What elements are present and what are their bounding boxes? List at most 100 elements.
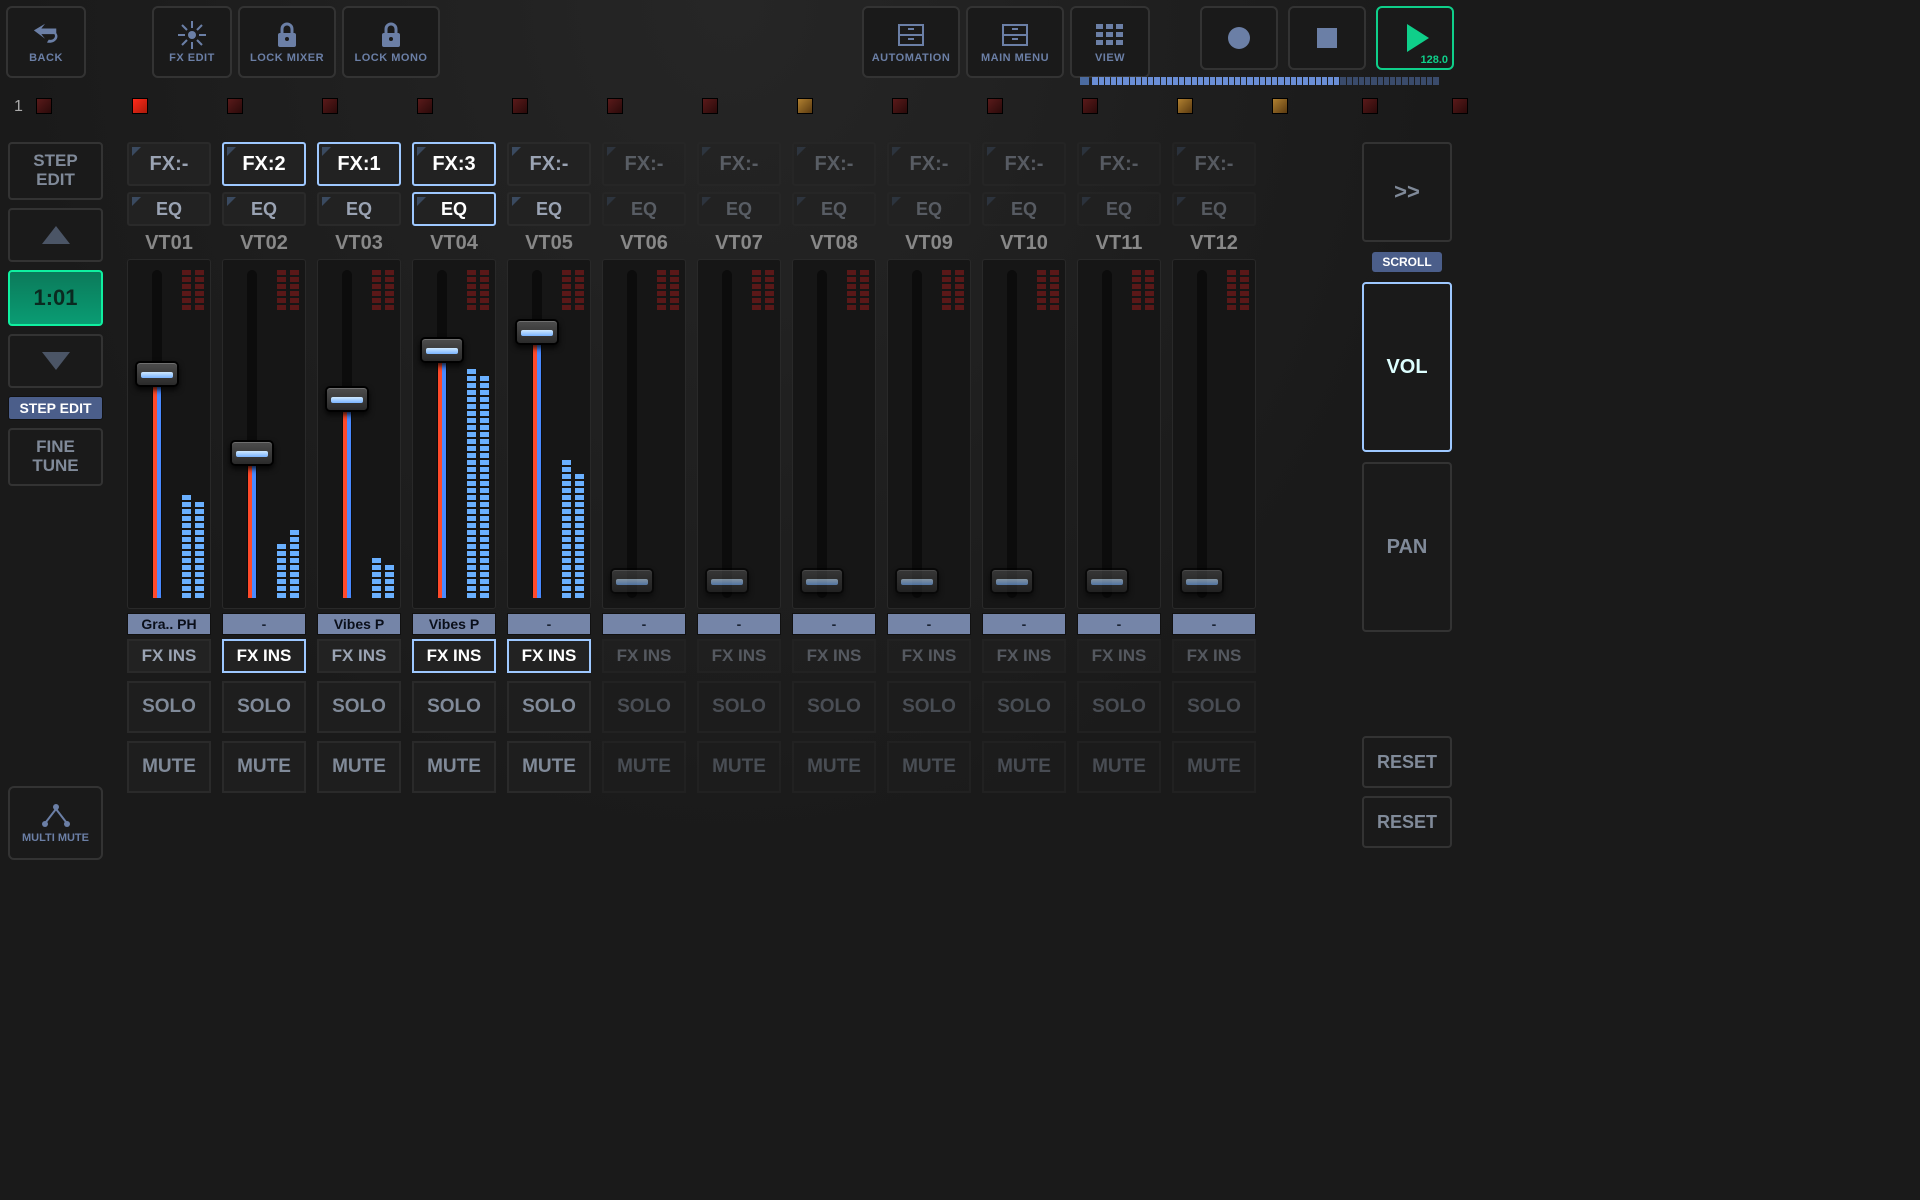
fxins-button[interactable]: FX INS — [982, 639, 1066, 673]
fx-slot[interactable]: FX:- — [982, 142, 1066, 186]
mute-button[interactable]: MUTE — [1172, 741, 1256, 793]
eq-button[interactable]: EQ — [222, 192, 306, 226]
solo-button[interactable]: SOLO — [887, 681, 971, 733]
solo-button[interactable]: SOLO — [697, 681, 781, 733]
mute-button[interactable]: MUTE — [507, 741, 591, 793]
mute-button[interactable]: MUTE — [1077, 741, 1161, 793]
fxins-button[interactable]: FX INS — [507, 639, 591, 673]
fx-slot[interactable]: FX:- — [792, 142, 876, 186]
fxins-button[interactable]: FX INS — [602, 639, 686, 673]
back-button[interactable]: BACK — [6, 6, 86, 78]
fader-knob[interactable] — [325, 386, 369, 412]
mainmenu-button[interactable]: MAIN MENU — [966, 6, 1064, 78]
fader-knob[interactable] — [610, 568, 654, 594]
fx-slot[interactable]: FX:1 — [317, 142, 401, 186]
solo-button[interactable]: SOLO — [127, 681, 211, 733]
eq-button[interactable]: EQ — [887, 192, 971, 226]
fx-slot[interactable]: FX:3 — [412, 142, 496, 186]
preset-slot[interactable]: - — [1077, 613, 1161, 635]
solo-button[interactable]: SOLO — [602, 681, 686, 733]
fxins-button[interactable]: FX INS — [697, 639, 781, 673]
fxins-button[interactable]: FX INS — [1172, 639, 1256, 673]
mute-button[interactable]: MUTE — [412, 741, 496, 793]
track-indicator[interactable] — [987, 98, 1003, 114]
mute-button[interactable]: MUTE — [982, 741, 1066, 793]
fader[interactable] — [1172, 259, 1256, 609]
fx-slot[interactable]: FX:- — [1077, 142, 1161, 186]
fader[interactable] — [887, 259, 971, 609]
reset-mute-button[interactable]: RESET — [1362, 796, 1452, 848]
scroll-right-button[interactable]: >> — [1362, 142, 1452, 242]
track-indicator[interactable] — [1452, 98, 1468, 114]
record-button[interactable] — [1200, 6, 1278, 70]
fader-knob[interactable] — [1180, 568, 1224, 594]
stepedit-button[interactable]: STEP EDIT — [8, 142, 103, 200]
pan-mode-button[interactable]: PAN — [1362, 462, 1452, 632]
fader-knob[interactable] — [1085, 568, 1129, 594]
song-position-bar[interactable] — [1080, 72, 1452, 82]
fader[interactable] — [792, 259, 876, 609]
eq-button[interactable]: EQ — [507, 192, 591, 226]
track-indicator[interactable] — [892, 98, 908, 114]
nav-up-button[interactable] — [8, 208, 103, 262]
solo-button[interactable]: SOLO — [1172, 681, 1256, 733]
multimute-button[interactable]: MULTI MUTE — [8, 786, 103, 860]
track-indicator[interactable] — [417, 98, 433, 114]
preset-slot[interactable]: - — [507, 613, 591, 635]
fx-slot[interactable]: FX:2 — [222, 142, 306, 186]
solo-button[interactable]: SOLO — [792, 681, 876, 733]
fader-knob[interactable] — [420, 337, 464, 363]
fader-knob[interactable] — [135, 361, 179, 387]
lockmixer-button[interactable]: LOCK MIXER — [238, 6, 336, 78]
solo-button[interactable]: SOLO — [317, 681, 401, 733]
preset-slot[interactable]: - — [697, 613, 781, 635]
lockmono-button[interactable]: LOCK MONO — [342, 6, 440, 78]
eq-button[interactable]: EQ — [792, 192, 876, 226]
vol-mode-button[interactable]: VOL — [1362, 282, 1452, 452]
fader[interactable] — [317, 259, 401, 609]
mute-button[interactable]: MUTE — [887, 741, 971, 793]
eq-button[interactable]: EQ — [982, 192, 1066, 226]
view-button[interactable]: VIEW — [1070, 6, 1150, 78]
mute-button[interactable]: MUTE — [222, 741, 306, 793]
mute-button[interactable]: MUTE — [792, 741, 876, 793]
fader[interactable] — [1077, 259, 1161, 609]
fx-slot[interactable]: FX:- — [127, 142, 211, 186]
mute-button[interactable]: MUTE — [602, 741, 686, 793]
fader-knob[interactable] — [895, 568, 939, 594]
preset-slot[interactable]: - — [982, 613, 1066, 635]
fader[interactable] — [412, 259, 496, 609]
fx-slot[interactable]: FX:- — [887, 142, 971, 186]
fx-slot[interactable]: FX:- — [1172, 142, 1256, 186]
mute-button[interactable]: MUTE — [317, 741, 401, 793]
fader[interactable] — [602, 259, 686, 609]
eq-button[interactable]: EQ — [317, 192, 401, 226]
fader[interactable] — [507, 259, 591, 609]
fxedit-button[interactable]: FX EDIT — [152, 6, 232, 78]
fxins-button[interactable]: FX INS — [792, 639, 876, 673]
track-indicator[interactable] — [36, 98, 52, 114]
track-indicator[interactable] — [607, 98, 623, 114]
fx-slot[interactable]: FX:- — [602, 142, 686, 186]
fader-knob[interactable] — [990, 568, 1034, 594]
preset-slot[interactable]: - — [602, 613, 686, 635]
fxins-button[interactable]: FX INS — [127, 639, 211, 673]
eq-button[interactable]: EQ — [602, 192, 686, 226]
reset-solo-button[interactable]: RESET — [1362, 736, 1452, 788]
track-indicator[interactable] — [1177, 98, 1193, 114]
fader[interactable] — [127, 259, 211, 609]
fader[interactable] — [982, 259, 1066, 609]
preset-slot[interactable]: Vibes P — [412, 613, 496, 635]
mute-button[interactable]: MUTE — [697, 741, 781, 793]
preset-slot[interactable]: - — [1172, 613, 1256, 635]
preset-slot[interactable]: - — [887, 613, 971, 635]
preset-slot[interactable]: - — [792, 613, 876, 635]
track-indicator[interactable] — [1272, 98, 1288, 114]
fxins-button[interactable]: FX INS — [1077, 639, 1161, 673]
position-display[interactable]: 1:01 — [8, 270, 103, 326]
preset-slot[interactable]: Vibes P — [317, 613, 401, 635]
solo-button[interactable]: SOLO — [507, 681, 591, 733]
track-indicator[interactable] — [702, 98, 718, 114]
eq-button[interactable]: EQ — [1077, 192, 1161, 226]
solo-button[interactable]: SOLO — [1077, 681, 1161, 733]
